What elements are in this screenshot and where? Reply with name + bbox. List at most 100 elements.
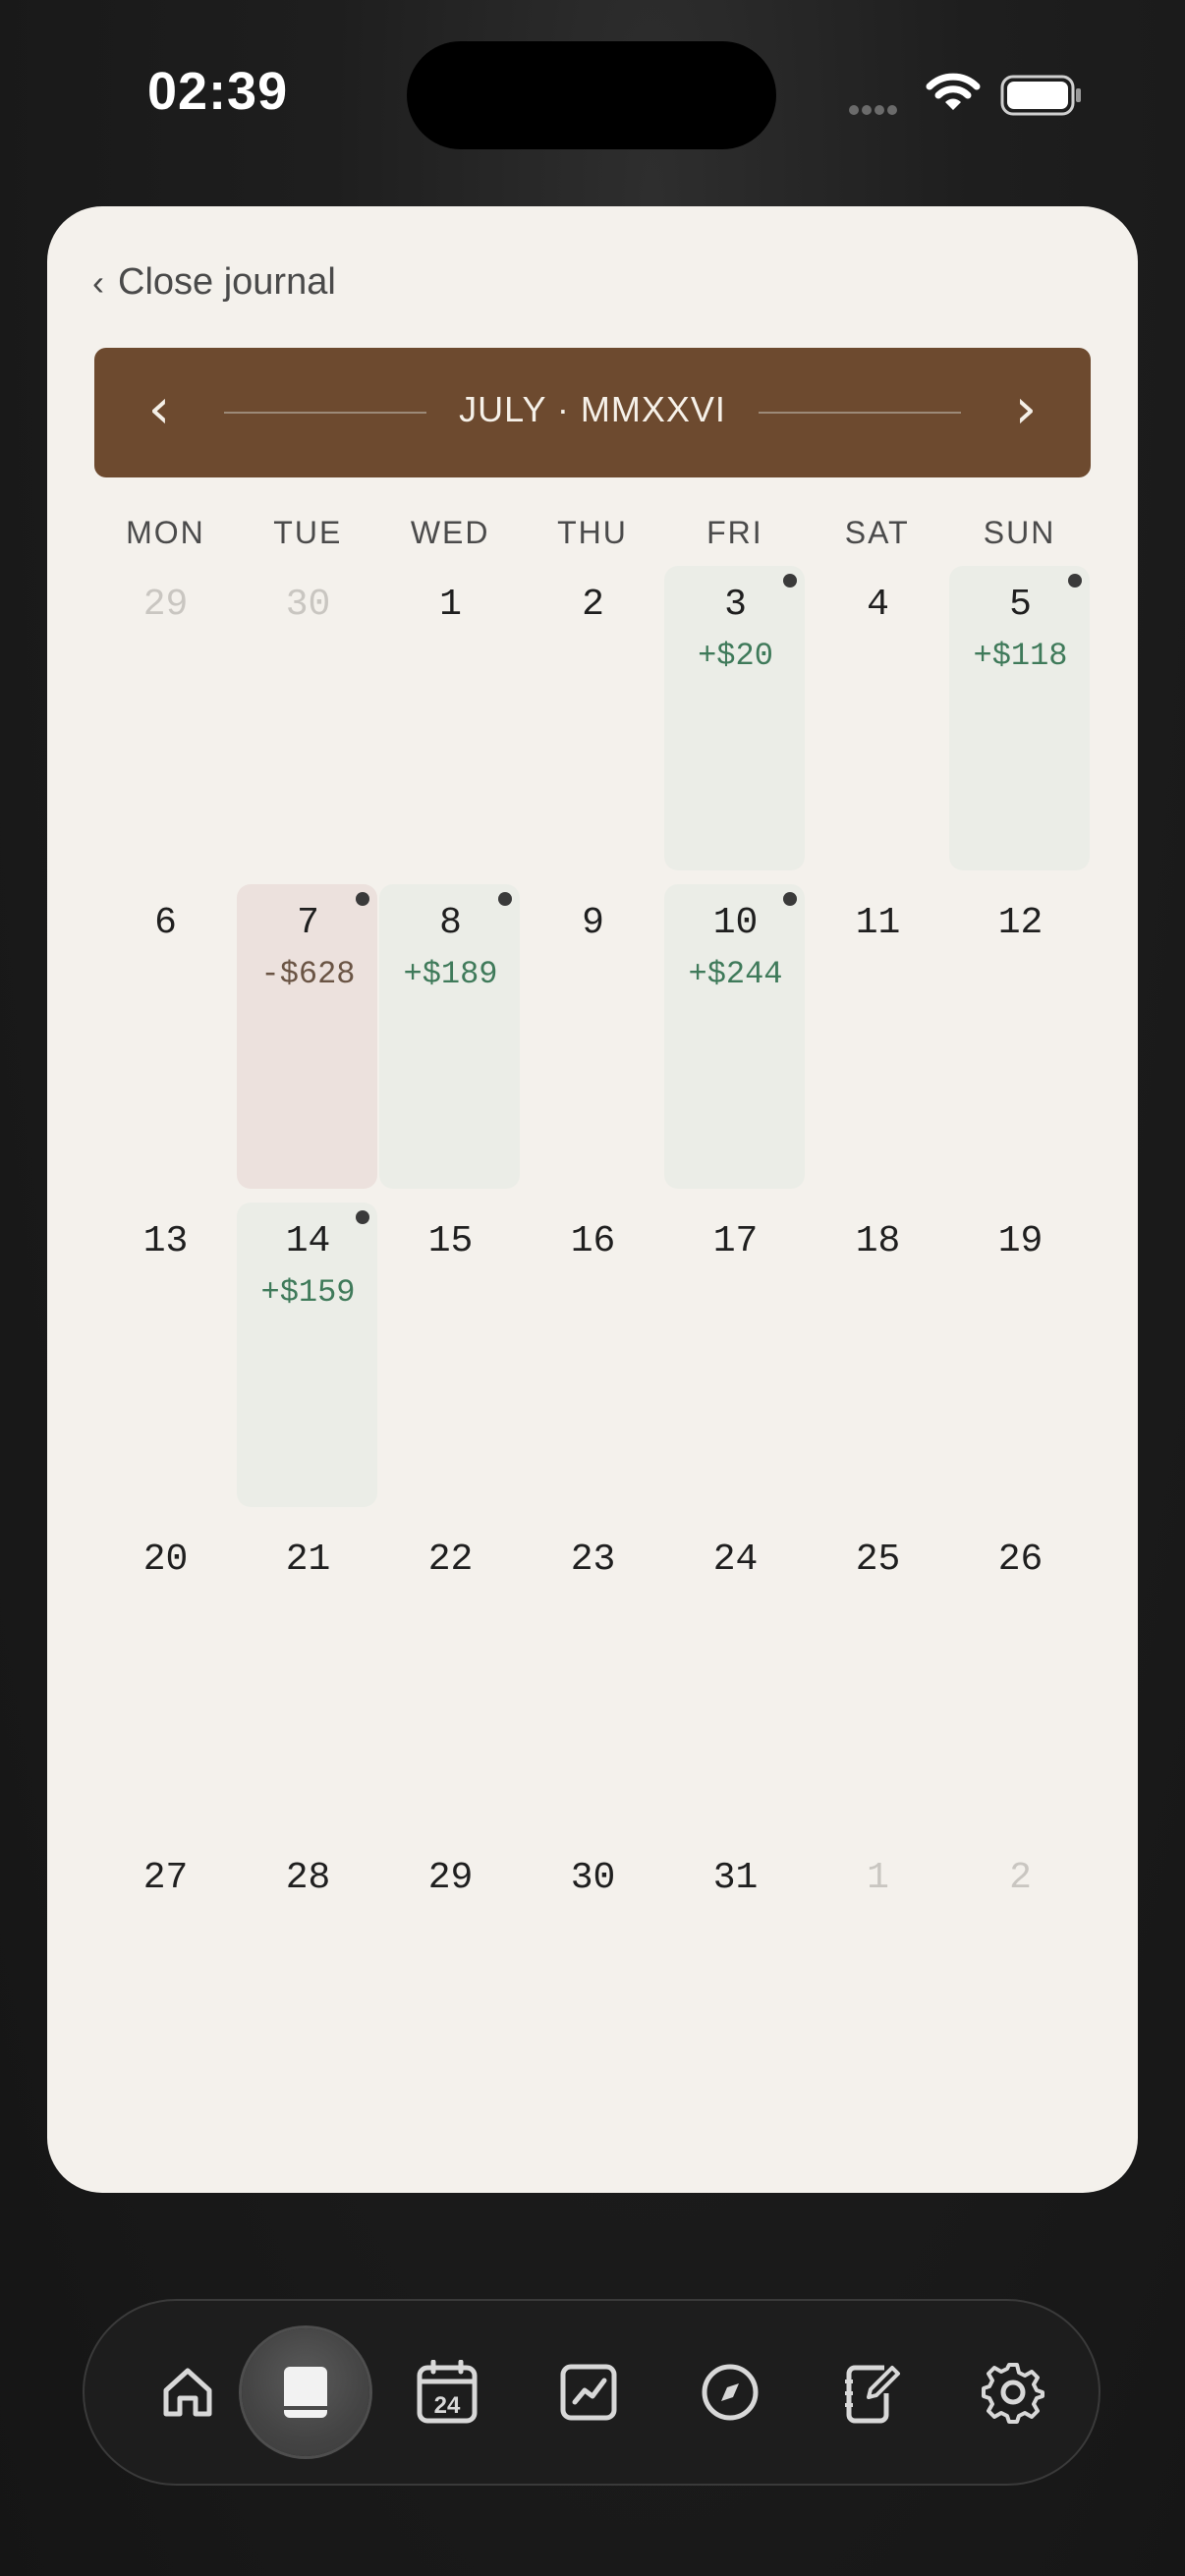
day-number: 16 [570, 1220, 616, 1262]
next-month-button[interactable]: › [996, 377, 1055, 441]
month-header: ‹ JULY · MMXXVI › [94, 348, 1091, 477]
journal-card: ‹ Close journal ‹ JULY · MMXXVI › MON TU… [47, 206, 1138, 2193]
tab-calendar[interactable]: 24 [383, 2328, 511, 2456]
weekday-label: THU [557, 515, 628, 550]
wifi-icon [926, 73, 981, 119]
calendar-day-cell[interactable]: 25 [807, 1521, 949, 1825]
calendar-day-cell[interactable]: 3 +$20 [664, 566, 807, 870]
day-pnl-amount: +$118 [973, 638, 1068, 674]
day-number: 23 [570, 1539, 616, 1581]
calendar-day-cell[interactable]: 5 +$118 [949, 566, 1092, 870]
weekday-label: FRI [706, 515, 763, 550]
day-number: 13 [142, 1220, 189, 1262]
day-number: 24 [712, 1539, 759, 1581]
status-time: 02:39 [147, 62, 289, 121]
calendar-icon-date: 24 [434, 2392, 461, 2419]
day-number: 26 [997, 1539, 1044, 1581]
tab-journal[interactable] [242, 2328, 369, 2456]
calendar-day-cell[interactable]: 1 [807, 1839, 949, 2144]
day-number: 2 [1009, 1857, 1032, 1899]
day-number: 19 [997, 1220, 1044, 1262]
calendar-day-cell[interactable]: 12 [949, 884, 1092, 1189]
calendar-day-cell[interactable]: 27 [94, 1839, 237, 2144]
calendar-day-cell[interactable]: 23 [522, 1521, 664, 1825]
calendar-icon: 24 [417, 2360, 478, 2424]
calendar-day-cell[interactable]: 16 [522, 1203, 664, 1507]
day-number: 22 [427, 1539, 474, 1581]
day-number: 5 [1009, 584, 1032, 626]
calendar-day-cell[interactable]: 2 [949, 1839, 1092, 2144]
calendar-day-cell[interactable]: 8 +$189 [379, 884, 522, 1189]
calendar-day-cell[interactable]: 11 [807, 884, 949, 1189]
calendar-day-cell[interactable]: 17 [664, 1203, 807, 1507]
close-journal-button[interactable]: ‹ Close journal [92, 261, 336, 304]
notebook-edit-icon [845, 2365, 900, 2424]
weekday-label: WED [410, 515, 490, 550]
calendar-day-cell[interactable]: 14 +$159 [237, 1203, 379, 1507]
day-number: 15 [427, 1220, 474, 1262]
weekday-header: MON TUE WED THU FRI SAT SUN [94, 515, 1091, 551]
day-number: 7 [297, 902, 319, 944]
calendar-day-cell[interactable]: 29 [94, 566, 237, 870]
calendar-day-cell[interactable]: 22 [379, 1521, 522, 1825]
calendar-day-cell[interactable]: 7 -$628 [237, 884, 379, 1189]
day-pnl-amount: -$628 [260, 956, 356, 992]
calendar-day-cell[interactable]: 28 [237, 1839, 379, 2144]
day-pnl-amount: +$189 [403, 956, 498, 992]
tab-analytics[interactable] [525, 2328, 652, 2456]
calendar-day-cell[interactable]: 13 [94, 1203, 237, 1507]
battery-icon [1000, 75, 1083, 121]
calendar-day-cell[interactable]: 18 [807, 1203, 949, 1507]
day-number: 29 [427, 1857, 474, 1899]
day-number: 3 [724, 584, 747, 626]
day-number: 1 [867, 1857, 889, 1899]
chevron-left-icon: ‹ [92, 261, 104, 303]
calendar-day-cell[interactable]: 30 [237, 566, 379, 870]
close-journal-label: Close journal [118, 261, 336, 303]
calendar-day-cell[interactable]: 24 [664, 1521, 807, 1825]
weekday-label: SUN [983, 515, 1056, 550]
weekday-label: TUE [273, 515, 343, 550]
day-pnl-amount: +$159 [260, 1274, 356, 1311]
calendar-day-cell[interactable]: 26 [949, 1521, 1092, 1825]
tab-notes[interactable] [808, 2328, 935, 2456]
calendar-day-cell[interactable]: 4 [807, 566, 949, 870]
journal-icon [284, 2367, 327, 2418]
calendar-day-cell[interactable]: 15 [379, 1203, 522, 1507]
weekday-label: MON [126, 515, 205, 550]
calendar-day-cell[interactable]: 6 [94, 884, 237, 1189]
day-number: 25 [855, 1539, 901, 1581]
tab-dock: 24 [83, 2299, 1100, 2486]
day-number: 21 [285, 1539, 331, 1581]
calendar-day-cell[interactable]: 10 +$244 [664, 884, 807, 1189]
calendar-day-cell[interactable]: 1 [379, 566, 522, 870]
day-number: 8 [439, 902, 462, 944]
day-number: 9 [582, 902, 604, 944]
day-number: 14 [285, 1220, 331, 1262]
calendar-day-cell[interactable]: 29 [379, 1839, 522, 2144]
day-number: 6 [154, 902, 177, 944]
day-number: 29 [142, 584, 189, 626]
tab-home[interactable] [124, 2328, 252, 2456]
day-number: 31 [712, 1857, 759, 1899]
day-number: 10 [712, 902, 759, 944]
month-title: JULY · MMXXVI [459, 389, 726, 429]
day-number: 18 [855, 1220, 901, 1262]
day-number: 11 [855, 902, 901, 944]
day-number: 4 [867, 584, 889, 626]
day-number: 30 [285, 584, 331, 626]
calendar-day-cell[interactable]: 19 [949, 1203, 1092, 1507]
calendar-day-cell[interactable]: 30 [522, 1839, 664, 2144]
day-number: 2 [582, 584, 604, 626]
calendar-day-cell[interactable]: 20 [94, 1521, 237, 1825]
chart-icon [560, 2364, 617, 2421]
calendar-day-cell[interactable]: 2 [522, 566, 664, 870]
tab-settings[interactable] [949, 2328, 1077, 2456]
home-icon [163, 2368, 212, 2417]
day-number: 20 [142, 1539, 189, 1581]
divider-line [759, 412, 961, 414]
tab-explore[interactable] [666, 2328, 794, 2456]
calendar-day-cell[interactable]: 31 [664, 1839, 807, 2144]
calendar-day-cell[interactable]: 9 [522, 884, 664, 1189]
calendar-day-cell[interactable]: 21 [237, 1521, 379, 1825]
